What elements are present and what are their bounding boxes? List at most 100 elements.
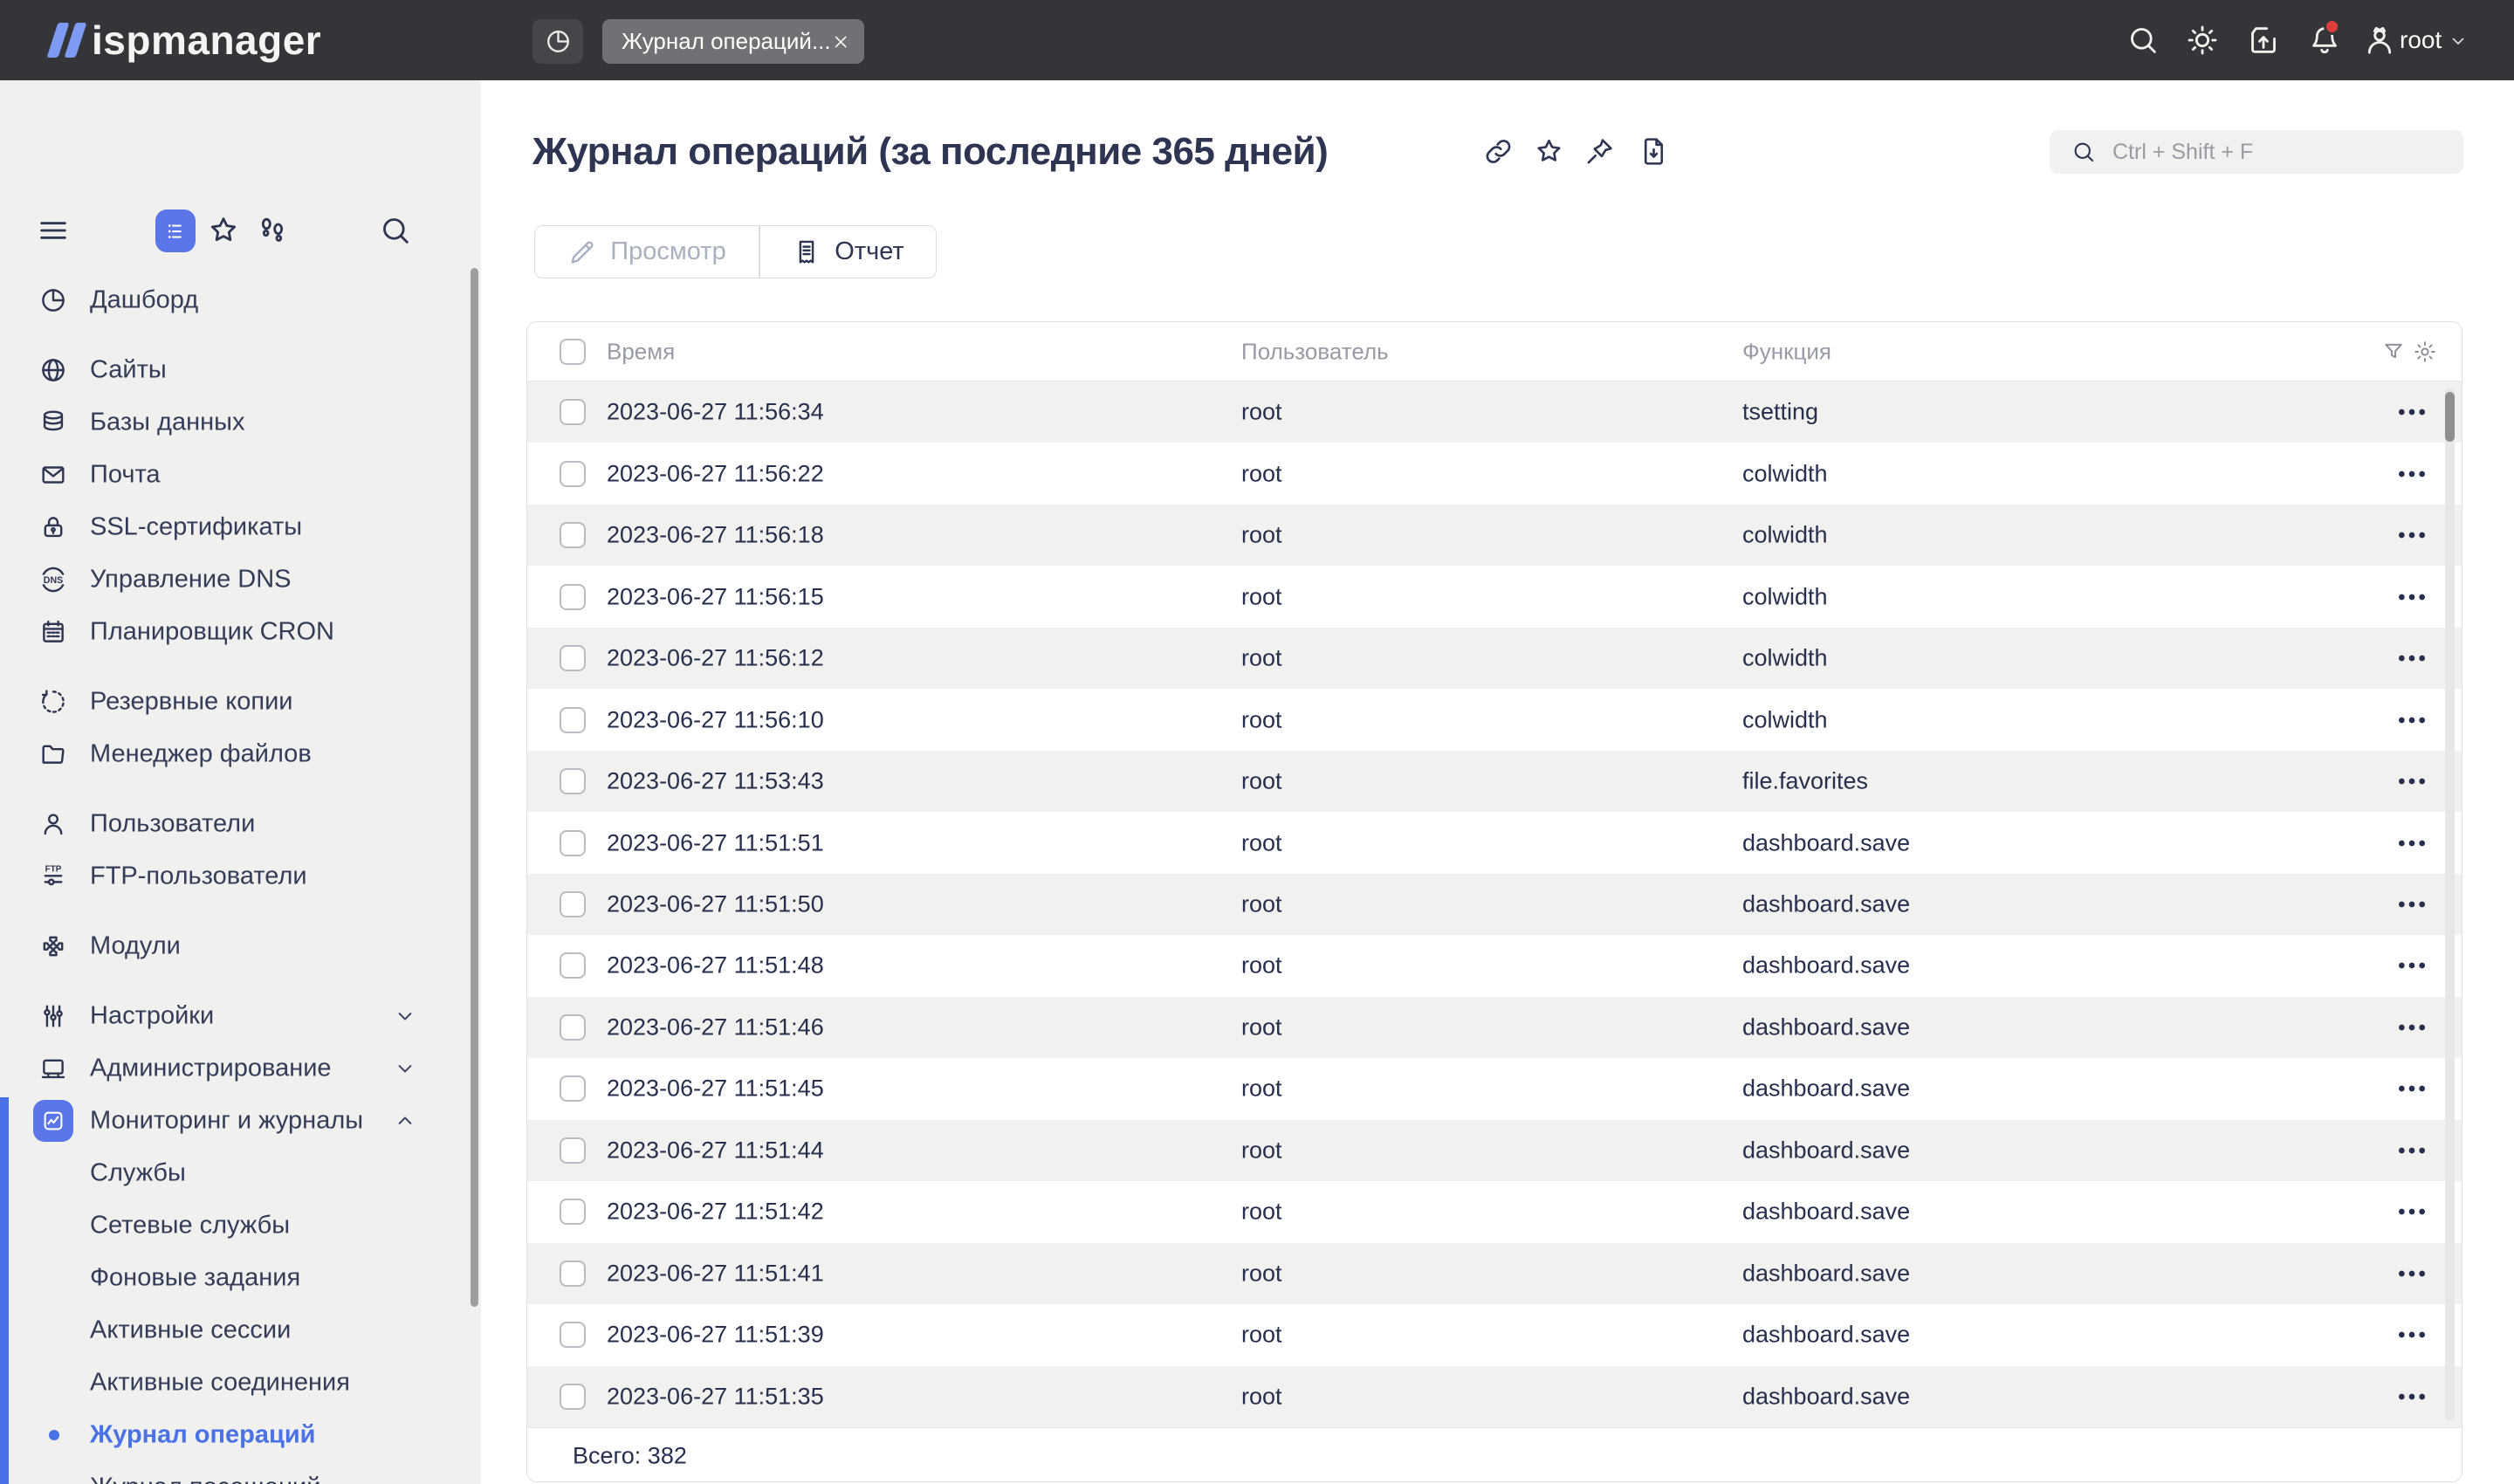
sidebar-item-administration[interactable]: Администрирование (0, 1042, 481, 1095)
row-actions-icon[interactable] (2394, 641, 2429, 676)
table-row[interactable]: 2023-06-27 11:51:41 root dashboard.save (527, 1243, 2462, 1304)
row-checkbox[interactable] (560, 584, 586, 610)
search-input[interactable] (2112, 140, 2448, 165)
row-actions-icon[interactable] (2394, 764, 2429, 799)
sidebar-item-cron-scheduler[interactable]: Планировщик CRON (0, 606, 481, 658)
table-row[interactable]: 2023-06-27 11:51:51 root dashboard.save (527, 812, 2462, 873)
table-row[interactable]: 2023-06-27 11:56:34 root tsetting (527, 381, 2462, 443)
view-button[interactable]: Просмотр (535, 226, 759, 278)
table-row[interactable]: 2023-06-27 11:51:39 root dashboard.save (527, 1304, 2462, 1365)
row-checkbox[interactable] (560, 522, 586, 548)
sidebar-item-dashboard[interactable]: Дашборд (0, 274, 481, 326)
row-checkbox[interactable] (560, 645, 586, 671)
sidebar-item-file-manager[interactable]: Менеджер файлов (0, 728, 481, 780)
table-row[interactable]: 2023-06-27 11:51:50 root dashboard.save (527, 874, 2462, 935)
active-tab[interactable]: Журнал операций... (602, 19, 864, 64)
table-row[interactable]: 2023-06-27 11:51:46 root dashboard.save (527, 997, 2462, 1058)
table-row[interactable]: 2023-06-27 11:53:43 root file.favorites (527, 751, 2462, 812)
column-header-function[interactable]: Функция (1742, 338, 1831, 365)
pin-page-icon[interactable] (1583, 135, 1616, 168)
sidebar-item-backups[interactable]: Резервные копии (0, 676, 481, 728)
table-row[interactable]: 2023-06-27 11:51:48 root dashboard.save (527, 935, 2462, 996)
add-favorite-icon[interactable] (1533, 135, 1565, 168)
table-row[interactable]: 2023-06-27 11:56:18 root colwidth (527, 505, 2462, 566)
column-header-user[interactable]: Пользователь (1241, 338, 1389, 365)
chevron-up-icon[interactable] (393, 1109, 417, 1133)
filter-icon[interactable] (2381, 340, 2406, 364)
sidebar-item-monitoring-logs[interactable]: Мониторинг и журналы (0, 1095, 481, 1147)
sidebar-item-databases[interactable]: Базы данных (0, 396, 481, 449)
sidebar-item-users[interactable]: Пользователи (0, 798, 481, 850)
row-actions-icon[interactable] (2394, 1071, 2429, 1106)
table-scrollbar-thumb[interactable] (2445, 392, 2455, 442)
sidebar-item-background-tasks[interactable]: Фоновые задания (0, 1252, 481, 1304)
row-checkbox[interactable] (560, 1199, 586, 1225)
row-checkbox[interactable] (560, 1075, 586, 1102)
row-checkbox[interactable] (560, 399, 586, 425)
sidebar-item-mail[interactable]: Почта (0, 449, 481, 501)
table-row[interactable]: 2023-06-27 11:56:22 root colwidth (527, 443, 2462, 504)
table-row[interactable]: 2023-06-27 11:56:15 root colwidth (527, 566, 2462, 627)
table-row[interactable]: 2023-06-27 11:51:44 root dashboard.save (527, 1120, 2462, 1181)
global-search-icon[interactable] (2126, 23, 2160, 58)
sidebar-item-active-connections[interactable]: Активные соединения (0, 1357, 481, 1409)
sidebar-item-active-sessions[interactable]: Активные сессии (0, 1304, 481, 1357)
sidebar-item-network-services[interactable]: Сетевые службы (0, 1199, 481, 1252)
favorites-icon[interactable] (206, 213, 241, 248)
import-icon[interactable] (2246, 23, 2281, 58)
row-actions-icon[interactable] (2394, 887, 2429, 922)
row-actions-icon[interactable] (2394, 1317, 2429, 1352)
menu-toggle-icon[interactable] (36, 213, 71, 248)
sidebar-item-dns-management[interactable]: DNS Управление DNS (0, 553, 481, 606)
sidebar-item-operations-log[interactable]: Журнал операций (0, 1409, 481, 1461)
row-actions-icon[interactable] (2394, 948, 2429, 983)
table-row[interactable]: 2023-06-27 11:51:35 root dashboard.save (527, 1366, 2462, 1427)
table-row[interactable]: 2023-06-27 11:56:10 root colwidth (527, 689, 2462, 750)
menu-view-icon[interactable] (155, 210, 196, 252)
sidebar-item-visits-log[interactable]: Журнал посещений (0, 1461, 481, 1484)
sidebar-item-ftp-users[interactable]: FTP FTP-пользователи (0, 850, 481, 903)
row-actions-icon[interactable] (2394, 580, 2429, 615)
footprints-icon[interactable] (255, 213, 290, 248)
sidebar-item-sites[interactable]: Сайты (0, 344, 481, 396)
tab-close-icon[interactable] (831, 31, 850, 53)
sidebar-search-icon[interactable] (378, 213, 413, 248)
row-actions-icon[interactable] (2394, 1010, 2429, 1045)
chevron-down-icon[interactable] (393, 1056, 417, 1081)
sidebar-item-modules[interactable]: Модули (0, 920, 481, 972)
report-button[interactable]: Отчет (760, 226, 937, 278)
row-checkbox[interactable] (560, 952, 586, 979)
row-checkbox[interactable] (560, 1261, 586, 1287)
dashboard-tab-button[interactable] (532, 19, 583, 64)
row-checkbox[interactable] (560, 1014, 586, 1041)
sidebar-item-services[interactable]: Службы (0, 1147, 481, 1199)
row-actions-icon[interactable] (2394, 826, 2429, 861)
column-header-time[interactable]: Время (607, 338, 675, 365)
row-checkbox[interactable] (560, 461, 586, 487)
row-checkbox[interactable] (560, 1384, 586, 1410)
sidebar-item-settings[interactable]: Настройки (0, 990, 481, 1042)
sidebar-item-ssl-certificates[interactable]: SSL-сертификаты (0, 501, 481, 553)
row-checkbox[interactable] (560, 830, 586, 856)
row-actions-icon[interactable] (2394, 703, 2429, 738)
user-menu-chevron-icon[interactable] (2448, 31, 2469, 52)
row-checkbox[interactable] (560, 1322, 586, 1348)
theme-toggle-icon[interactable] (2185, 23, 2220, 58)
table-row[interactable]: 2023-06-27 11:51:45 root dashboard.save (527, 1058, 2462, 1119)
user-menu[interactable]: root (2400, 0, 2442, 80)
row-actions-icon[interactable] (2394, 457, 2429, 491)
export-icon[interactable] (1638, 135, 1670, 168)
row-actions-icon[interactable] (2394, 1256, 2429, 1291)
row-actions-icon[interactable] (2394, 1194, 2429, 1229)
table-row[interactable]: 2023-06-27 11:56:12 root colwidth (527, 628, 2462, 689)
user-avatar-icon[interactable] (2362, 23, 2397, 58)
row-checkbox[interactable] (560, 891, 586, 917)
row-actions-icon[interactable] (2394, 518, 2429, 553)
row-checkbox[interactable] (560, 707, 586, 733)
row-checkbox[interactable] (560, 1137, 586, 1164)
table-settings-icon[interactable] (2413, 340, 2437, 364)
row-actions-icon[interactable] (2394, 395, 2429, 429)
copy-link-icon[interactable] (1482, 135, 1515, 168)
table-row[interactable]: 2023-06-27 11:51:42 root dashboard.save (527, 1181, 2462, 1242)
sidebar-scrollbar[interactable] (471, 268, 478, 1307)
